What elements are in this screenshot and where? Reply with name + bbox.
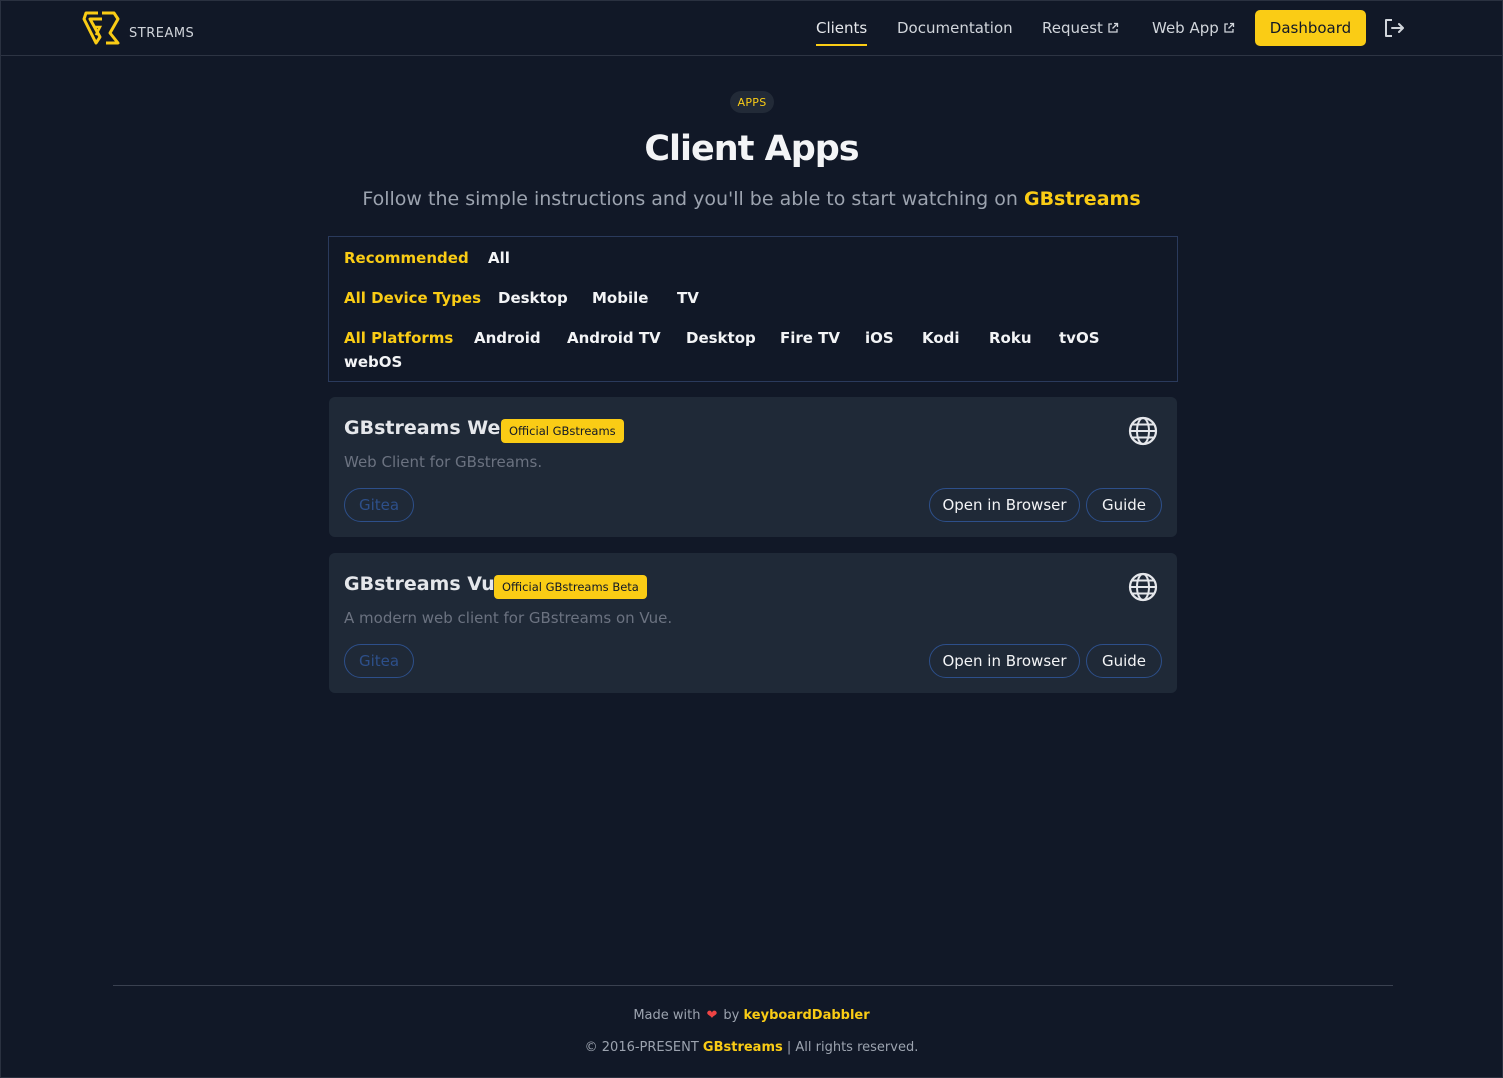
footer-by: by [723,1008,740,1023]
footer-made-with: Made with [633,1008,701,1023]
card-description: A modern web client for GBstreams on Vue… [344,609,673,627]
footer-credits: Made with ❤ by keyboardDabbler [1,1008,1502,1023]
nav-request[interactable]: Request [1042,19,1119,37]
dashboard-button[interactable]: Dashboard [1255,10,1366,46]
filter-kodi[interactable]: Kodi [922,329,960,347]
nav-request-label: Request [1042,19,1103,37]
page-title: Client Apps [644,129,859,169]
nav-clients-label: Clients [816,19,868,37]
filter-tv[interactable]: TV [677,289,699,307]
logout-icon[interactable] [1382,16,1406,40]
filter-fire-tv[interactable]: Fire TV [780,329,840,347]
copyright-text: © 2016-PRESENT [584,1040,699,1055]
filter-ios[interactable]: iOS [865,329,894,347]
filter-recommended[interactable]: Recommended [344,249,469,267]
filter-desktop[interactable]: Desktop [498,289,568,307]
footer-divider [113,985,1393,986]
client-card: GBstreams Vue Official GBstreams Beta A … [329,553,1177,693]
external-link-icon [1224,22,1234,33]
external-link-icon [1108,22,1119,33]
logo-text: STREAMS [129,26,195,41]
filter-tvos[interactable]: tvOS [1059,329,1100,347]
filter-panel: Recommended All All Device Types Desktop… [328,236,1178,382]
guide-button[interactable]: Guide [1086,644,1162,678]
filter-mobile[interactable]: Mobile [592,289,648,307]
globe-icon [1128,572,1158,602]
subtitle-brand: GBstreams [1023,188,1141,210]
rights-text: | All rights reserved. [786,1040,919,1055]
apps-section-badge: APPS [730,91,774,113]
gitea-source-button[interactable]: Gitea [344,488,414,522]
nav-documentation[interactable]: Documentation [897,19,1013,37]
filter-android-tv[interactable]: Android TV [567,329,661,347]
card-badge: Official GBstreams Beta [494,575,647,599]
filter-roku[interactable]: Roku [989,329,1032,347]
open-in-browser-button[interactable]: Open in Browser [929,644,1080,678]
card-title: GBstreams Vue [344,573,508,595]
filter-all-device-types[interactable]: All Device Types [344,289,481,307]
filter-all-platforms[interactable]: All Platforms [344,329,453,347]
nav-clients[interactable]: Clients [816,19,868,46]
gitea-source-button[interactable]: Gitea [344,644,414,678]
filter-android[interactable]: Android [474,329,541,347]
client-card: GBstreams Web Official GBstreams Web Cli… [329,397,1177,537]
globe-icon [1128,416,1158,446]
top-navbar: STREAMS Clients Documentation Request We… [1,1,1502,56]
footer-copyright: © 2016-PRESENT GBstreams | All rights re… [1,1040,1502,1055]
card-description: Web Client for GBstreams. [344,453,543,471]
page-subtitle: Follow the simple instructions and you'l… [1,188,1502,210]
filter-webos[interactable]: webOS [344,353,402,371]
heart-icon: ❤ [706,1008,718,1023]
nav-web-app[interactable]: Web App [1152,19,1235,37]
card-title: GBstreams Web [344,417,515,439]
gbstreams-logo[interactable]: STREAMS [82,9,202,49]
filter-platform-desktop[interactable]: Desktop [686,329,756,347]
nav-web-app-label: Web App [1152,19,1219,37]
guide-button[interactable]: Guide [1086,488,1162,522]
open-in-browser-button[interactable]: Open in Browser [929,488,1080,522]
filter-all[interactable]: All [488,249,510,267]
nav-documentation-label: Documentation [897,19,1013,37]
subtitle-text: Follow the simple instructions and you'l… [362,188,1024,210]
logo-mark-icon [82,11,120,45]
author-link[interactable]: keyboardDabbler [743,1008,869,1023]
card-badge: Official GBstreams [501,419,624,443]
footer-brand-link[interactable]: GBstreams [703,1040,783,1055]
